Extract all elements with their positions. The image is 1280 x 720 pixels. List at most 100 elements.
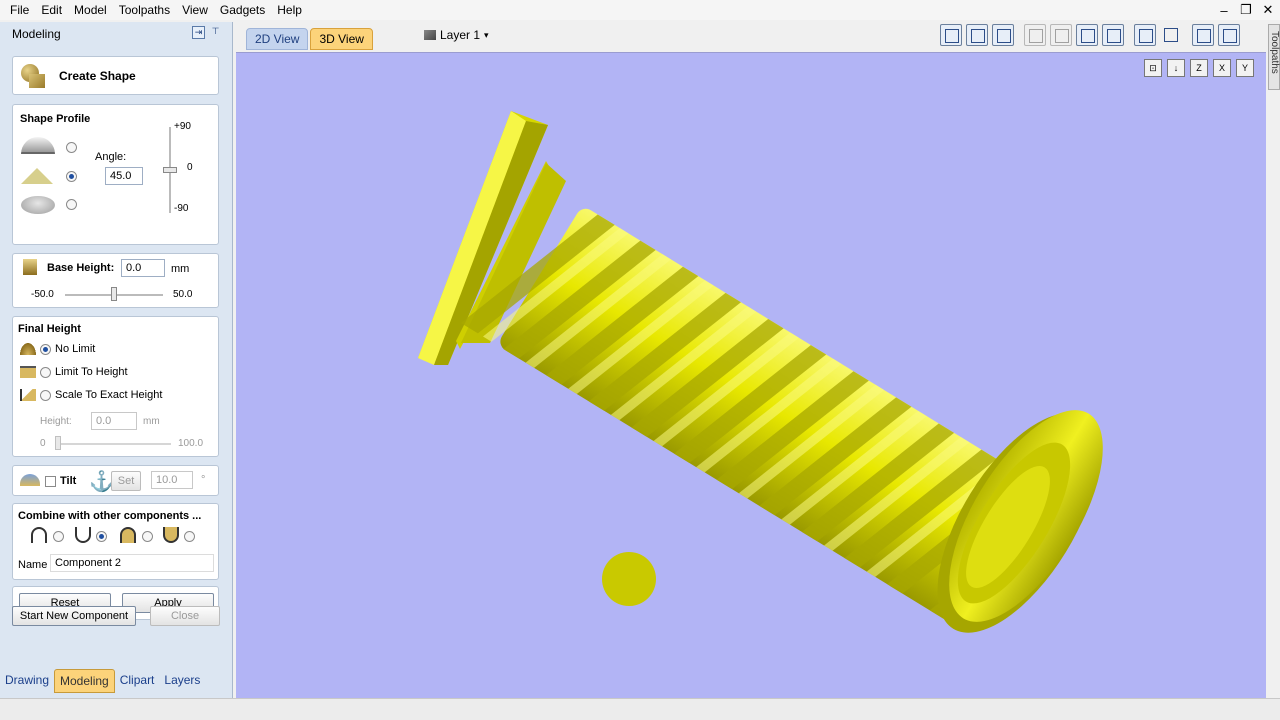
base-height-icon xyxy=(23,259,37,275)
toolpaths-side-label: Toolpaths xyxy=(1269,31,1280,74)
iso-view-icon[interactable]: ⊡ xyxy=(1144,59,1162,77)
shape-profile-title: Shape Profile xyxy=(20,113,91,125)
no-limit-label: No Limit xyxy=(55,343,96,355)
menu-help[interactable]: Help xyxy=(271,3,308,17)
z-view-icon[interactable]: Z xyxy=(1190,59,1208,77)
menu-view[interactable]: View xyxy=(176,3,214,17)
material-icon[interactable] xyxy=(1160,24,1182,46)
limit-height-icon xyxy=(20,366,36,378)
tab-clipart[interactable]: Clipart xyxy=(115,669,160,693)
angle-tick-min: -90 xyxy=(174,203,189,214)
minimize-icon[interactable]: – xyxy=(1216,3,1232,18)
menu-gadgets[interactable]: Gadgets xyxy=(214,3,271,17)
restore-icon[interactable]: ❐ xyxy=(1238,2,1254,18)
combine-merge-icon xyxy=(120,527,136,543)
shade-icon[interactable] xyxy=(1134,24,1156,46)
combine-low-radio[interactable] xyxy=(184,531,195,542)
3d-viewport[interactable]: ⊡ ↓ Z X Y xyxy=(236,52,1266,698)
menu-edit[interactable]: Edit xyxy=(35,3,68,17)
chevron-down-icon: ▾ xyxy=(484,29,489,40)
angle-tick-max: +90 xyxy=(174,121,191,132)
combine-merge-radio[interactable] xyxy=(142,531,153,542)
base-height-slider-thumb[interactable] xyxy=(111,287,117,301)
tilt-set-button[interactable]: Set xyxy=(111,471,141,491)
menu-toolpaths[interactable]: Toolpaths xyxy=(113,3,176,17)
split-view-icon[interactable] xyxy=(1192,24,1214,46)
pin-icon[interactable]: ⊤ xyxy=(209,26,222,39)
tab-2d-view[interactable]: 2D View xyxy=(246,28,309,50)
pan-icon[interactable] xyxy=(1024,24,1046,46)
view-toolbar xyxy=(940,24,1014,50)
height-input[interactable]: 0.0 xyxy=(91,412,137,430)
tilt-angle-input[interactable]: 10.0 xyxy=(151,471,193,489)
zoom-box-icon[interactable] xyxy=(1050,24,1072,46)
tile-view-icon[interactable] xyxy=(1218,24,1240,46)
create-shape-button[interactable]: Create Shape xyxy=(12,56,219,95)
angle-label: Angle: xyxy=(95,151,127,163)
height-label: Height: xyxy=(40,416,72,427)
render-toolbar xyxy=(1134,24,1182,50)
combine-low-icon xyxy=(163,527,179,543)
menu-file[interactable]: File xyxy=(0,3,35,17)
panel-tabs: Drawing Modeling Clipart Layers xyxy=(0,669,233,693)
tab-modeling[interactable]: Modeling xyxy=(54,669,115,693)
x-view-icon[interactable]: X xyxy=(1213,59,1231,77)
create-shape-icon xyxy=(19,62,49,90)
height-slider-thumb[interactable] xyxy=(55,436,61,450)
base-height-label: Base Height: xyxy=(47,262,115,274)
final-height-title: Final Height xyxy=(18,323,81,335)
zoom-selection-icon[interactable] xyxy=(1102,24,1124,46)
base-height-unit: mm xyxy=(171,263,190,275)
shape-profile-group: Shape Profile Angle: 45.0 +90 0 -90 xyxy=(12,104,219,245)
toolpaths-side-tab[interactable]: Toolpaths xyxy=(1268,24,1280,90)
layer-selector[interactable]: Layer 1 ▾ xyxy=(424,28,489,42)
combine-add-icon xyxy=(31,527,47,543)
axis-toolbar: ⊡ ↓ Z X Y xyxy=(1144,59,1254,77)
view-3d-icon[interactable] xyxy=(966,24,988,46)
menu-model[interactable]: Model xyxy=(68,3,113,17)
top-view-icon[interactable]: ↓ xyxy=(1167,59,1185,77)
layout-toolbar xyxy=(1192,24,1240,50)
combine-add-radio[interactable] xyxy=(53,531,64,542)
limit-height-radio[interactable] xyxy=(40,366,51,378)
base-height-input[interactable]: 0.0 xyxy=(121,259,165,277)
tab-3d-view[interactable]: 3D View xyxy=(310,28,373,50)
angle-slider-thumb[interactable] xyxy=(163,167,177,173)
tilt-group: Tilt ⚓ Set 10.0 ° xyxy=(12,465,219,496)
no-limit-radio[interactable] xyxy=(40,343,51,355)
close-icon[interactable]: ✕ xyxy=(1260,2,1276,18)
grid-icon[interactable] xyxy=(992,24,1014,46)
scale-height-icon xyxy=(20,389,36,401)
yellow-disc xyxy=(602,552,656,606)
flat-profile-icon xyxy=(21,196,55,214)
profile-vbit-radio[interactable] xyxy=(66,171,77,182)
profile-flat-radio[interactable] xyxy=(66,199,77,210)
view-tabs: 2D View 3D View xyxy=(246,28,375,50)
tilt-icon xyxy=(20,474,40,486)
combine-subtract-icon xyxy=(75,527,91,543)
tilt-checkbox[interactable] xyxy=(45,476,56,487)
component-name-input[interactable]: Component 2 xyxy=(50,554,214,572)
height-slider-max: 100.0 xyxy=(178,438,204,449)
height-slider-min: 0 xyxy=(40,438,46,449)
tab-layers[interactable]: Layers xyxy=(159,669,205,693)
combine-subtract-radio[interactable] xyxy=(96,531,107,542)
profile-round-radio[interactable] xyxy=(66,142,77,153)
tilt-unit: ° xyxy=(201,474,206,486)
start-new-component-button[interactable]: Start New Component xyxy=(12,606,136,626)
combine-title: Combine with other components ... xyxy=(18,510,202,522)
angle-input[interactable]: 45.0 xyxy=(105,167,143,185)
menu-bar: File Edit Model Toolpaths View Gadgets H… xyxy=(0,0,1280,20)
tab-drawing[interactable]: Drawing xyxy=(0,669,54,693)
view-2d-icon[interactable] xyxy=(940,24,962,46)
base-height-group: Base Height: 0.0 mm -50.0 50.0 xyxy=(12,253,219,308)
close-button[interactable]: Close xyxy=(150,606,220,626)
dock-icon[interactable]: ⇥ xyxy=(192,26,205,39)
combine-group: Combine with other components ... Name C… xyxy=(12,503,219,580)
status-bar xyxy=(0,698,1280,720)
zoom-extents-icon[interactable] xyxy=(1076,24,1098,46)
zoom-toolbar xyxy=(1024,24,1124,50)
scale-height-radio[interactable] xyxy=(40,389,51,401)
scale-height-label: Scale To Exact Height xyxy=(55,389,163,401)
y-view-icon[interactable]: Y xyxy=(1236,59,1254,77)
